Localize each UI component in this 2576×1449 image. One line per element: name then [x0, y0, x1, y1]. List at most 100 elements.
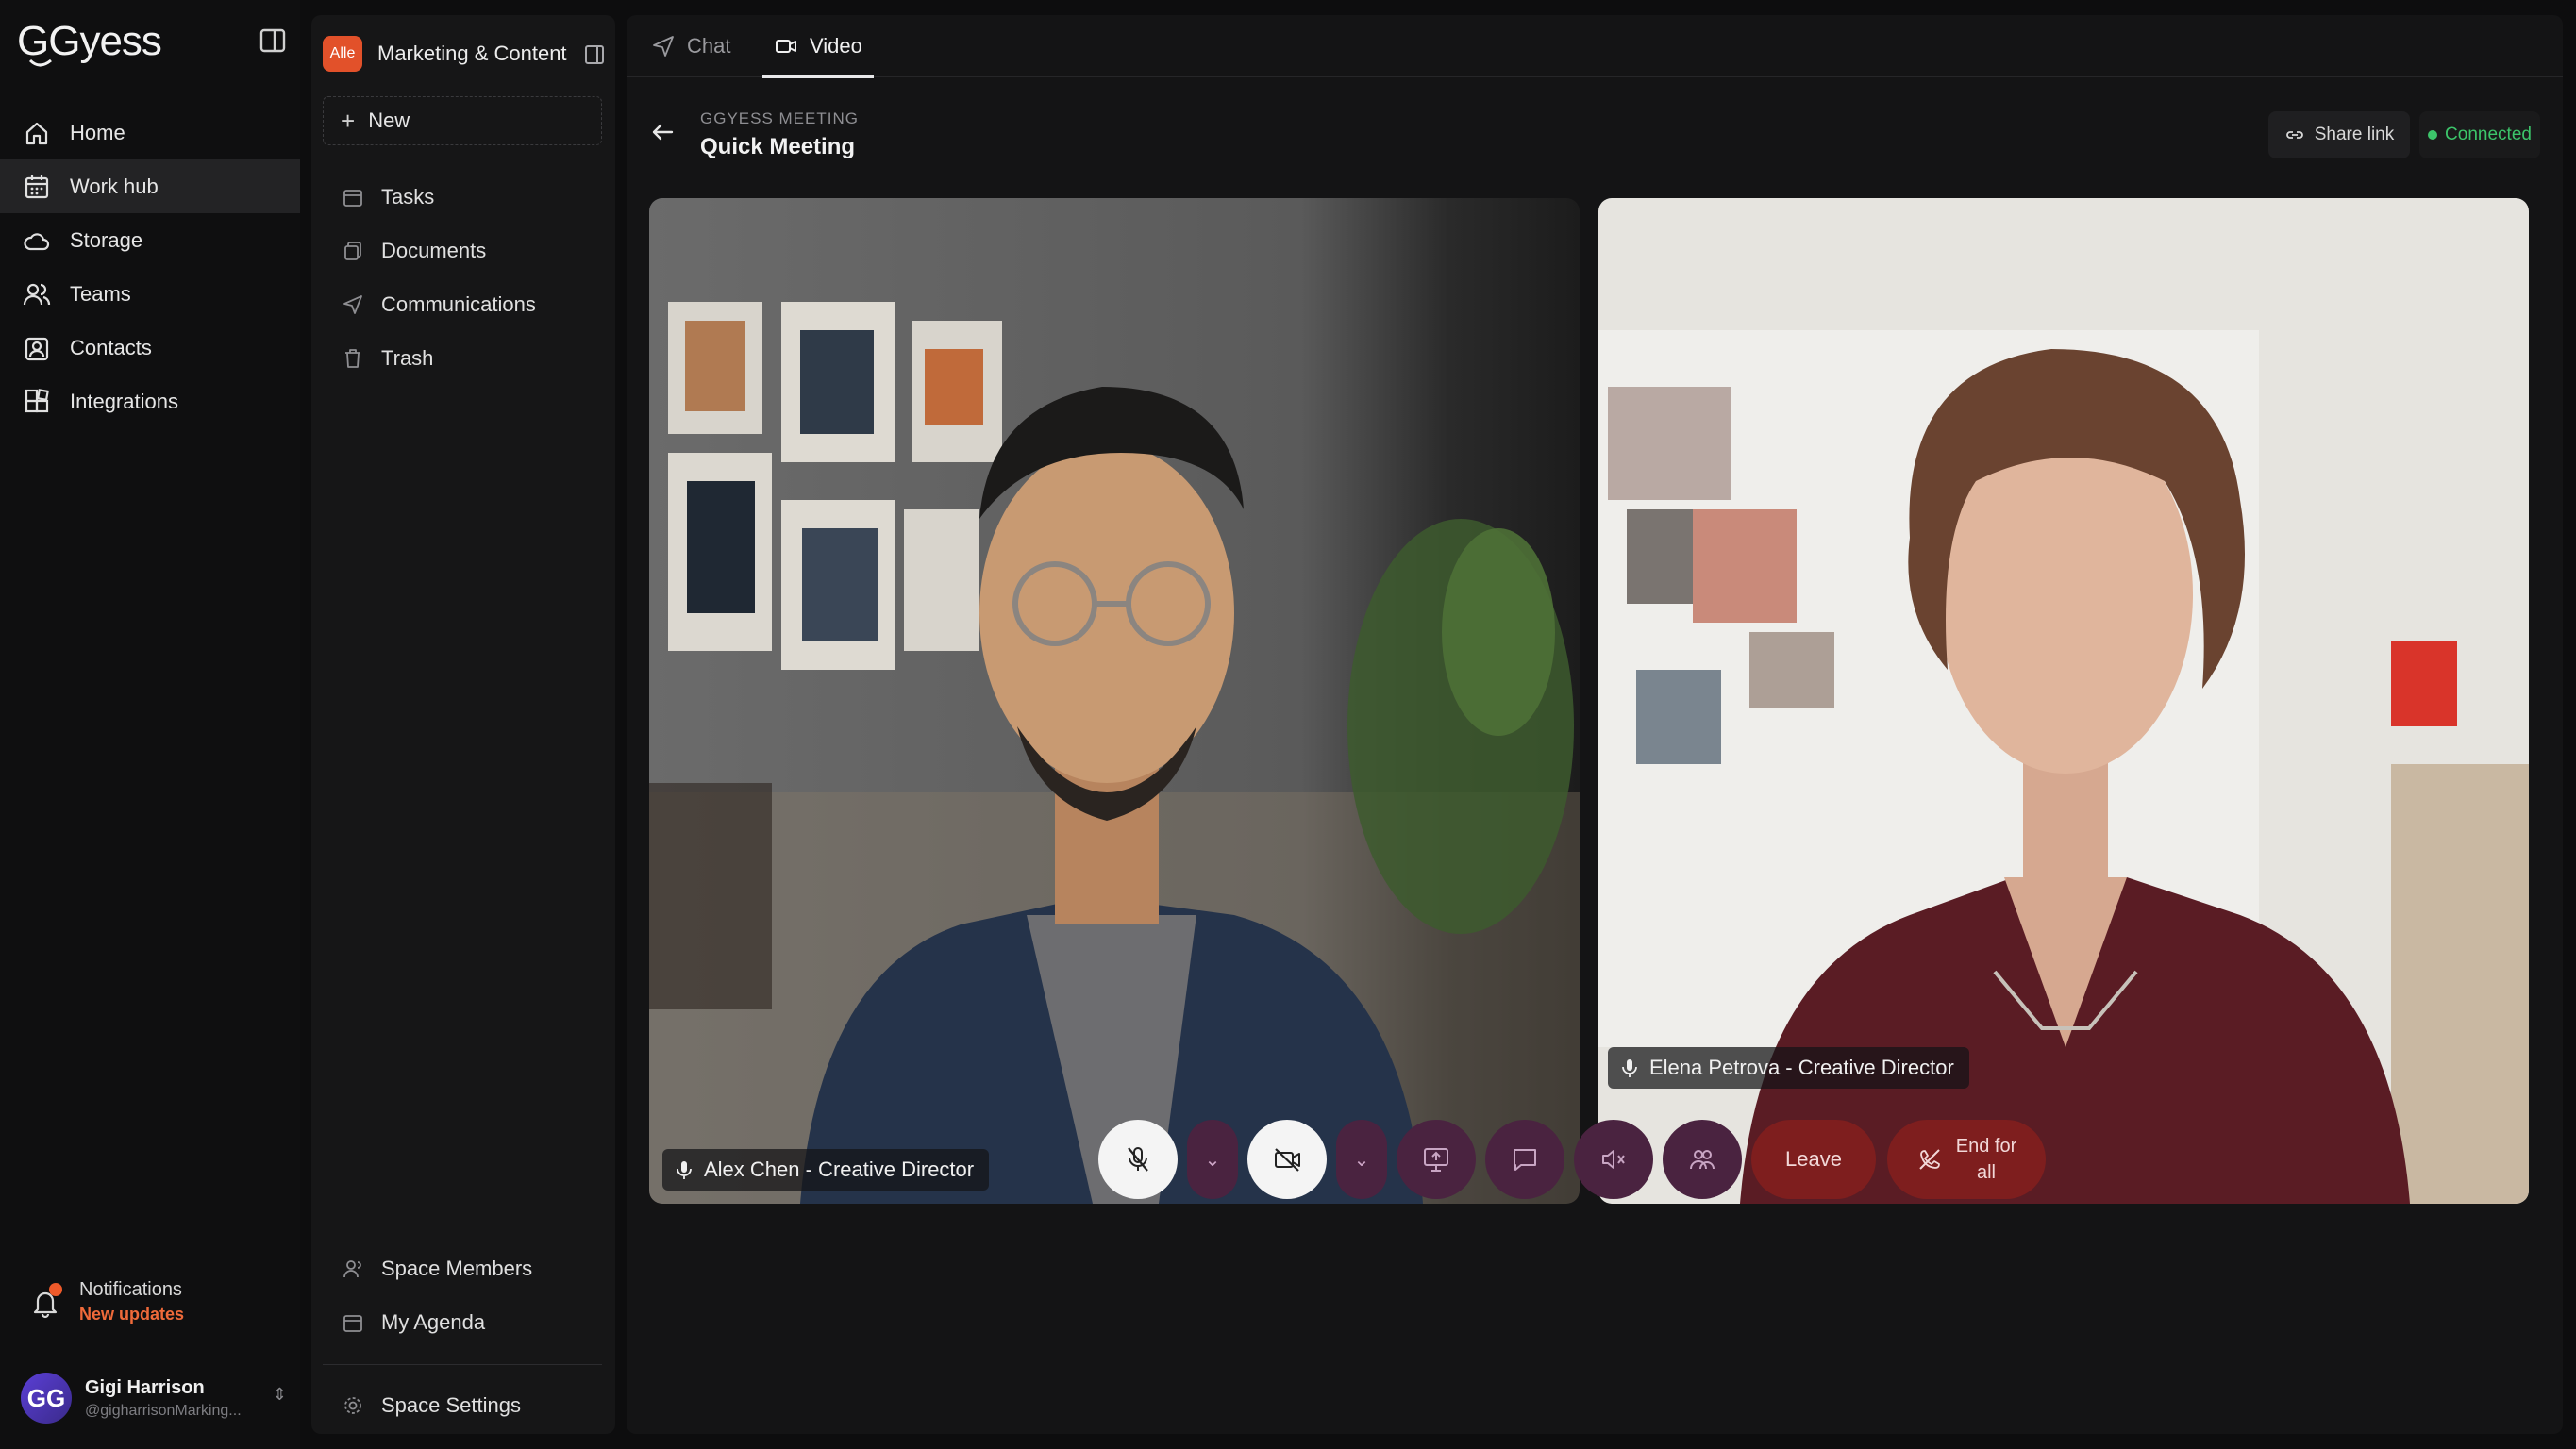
connection-status-badge: Connected [2419, 111, 2540, 158]
video-icon [774, 34, 798, 58]
screen-share-icon [1424, 1148, 1448, 1172]
meeting-main: Chat Video GGYESS MEETING Quick Meeting … [627, 15, 2563, 1434]
space-badge[interactable]: Alle [323, 36, 362, 72]
link-icon [2284, 125, 2305, 145]
main-nav: Home Work hub Storage Teams Contacts Int… [0, 106, 300, 428]
leave-call-button[interactable]: Leave [1751, 1120, 1876, 1199]
space-item-tasks[interactable]: Tasks [323, 170, 602, 224]
main-sidebar: GGyess Home Work hub Storage Teams Conta… [0, 0, 300, 1449]
bell-icon [28, 1283, 62, 1319]
nav-item-teams[interactable]: Teams [0, 267, 300, 321]
participants-icon [1690, 1150, 1715, 1170]
app-root: GGyess Home Work hub Storage Teams Conta… [0, 0, 2576, 1449]
notifications-title: Notifications [79, 1279, 182, 1300]
send-icon [342, 293, 364, 316]
brand-logo[interactable]: GGyess [17, 17, 168, 80]
participant-name: Elena Petrova - Creative Director [1649, 1056, 1954, 1079]
space-item-label: My Agenda [381, 1309, 486, 1334]
space-title[interactable]: Marketing & Content [377, 42, 567, 66]
panel-toggle-icon[interactable] [583, 43, 606, 66]
space-item-label: Communications [381, 291, 536, 316]
participants-button[interactable] [1663, 1120, 1742, 1199]
sidebar-collapse-icon[interactable] [259, 26, 287, 55]
chat-button[interactable] [1485, 1120, 1564, 1199]
participant-tile-1[interactable]: Alex Chen - Creative Director [649, 198, 1580, 1204]
user-menu[interactable]: GG Gigi Harrison @gigharrisonMarking... … [21, 1370, 287, 1426]
nav-item-label: Storage [70, 227, 143, 252]
meeting-label: GGYESS MEETING [700, 109, 859, 127]
meeting-title: Quick Meeting [700, 134, 856, 159]
space-panel: Alle Marketing & Content + New Tasks Doc… [311, 15, 615, 1434]
connection-status-label: Connected [2445, 125, 2532, 144]
logo-mark-icon: GGyess [17, 18, 162, 67]
send-icon [651, 34, 676, 58]
space-item-documents[interactable]: Documents [323, 224, 602, 277]
microphone-options-dropdown[interactable]: ⌄ [1187, 1120, 1238, 1199]
speaker-mute-icon [1602, 1150, 1625, 1169]
nav-item-label: Teams [70, 281, 131, 306]
participant-video-feed [649, 198, 1580, 1204]
divider [323, 1364, 602, 1365]
notifications[interactable]: Notifications New updates [28, 1279, 184, 1324]
microphone-icon [674, 1159, 694, 1180]
nav-item-contacts[interactable]: Contacts [0, 321, 300, 375]
space-nav: Tasks Documents Communications Trash [323, 170, 602, 385]
nav-item-home[interactable]: Home [0, 106, 300, 159]
tab-label: Video [810, 34, 862, 58]
space-item-label: Tasks [381, 184, 435, 208]
documents-icon [342, 240, 364, 262]
new-button-label: New [368, 108, 410, 132]
space-item-label: Space Members [381, 1256, 533, 1280]
space-item-members[interactable]: Space Members [323, 1241, 602, 1295]
calendar-icon [23, 173, 51, 201]
microphone-icon [1619, 1058, 1640, 1078]
tab-label: Chat [687, 34, 731, 58]
cloud-icon [23, 226, 51, 255]
nav-item-label: Home [70, 120, 125, 144]
space-settings[interactable]: Space Settings [323, 1378, 602, 1432]
camera-options-dropdown[interactable]: ⌄ [1336, 1120, 1387, 1199]
space-item-label: Documents [381, 238, 487, 262]
share-screen-button[interactable] [1397, 1120, 1476, 1199]
nav-item-storage[interactable]: Storage [0, 213, 300, 267]
call-controls: ⌄ ⌄ Leave End for all [1098, 1108, 2093, 1211]
back-arrow-icon[interactable] [649, 119, 676, 145]
share-link-label: Share link [2314, 125, 2395, 144]
space-footer-nav: Space Members My Agenda Space Settings [323, 1241, 602, 1432]
trash-icon [342, 347, 364, 370]
tab-bar: Chat Video [627, 15, 2563, 78]
nav-item-integrations[interactable]: Integrations [0, 375, 300, 428]
nav-item-work-hub[interactable]: Work hub [0, 159, 300, 213]
calendar-icon [342, 186, 364, 208]
end-for-all-button[interactable]: End for all [1887, 1120, 2046, 1199]
notification-dot [49, 1283, 62, 1296]
mute-speaker-button[interactable] [1574, 1120, 1653, 1199]
participant-name: Alex Chen - Creative Director [704, 1158, 975, 1181]
toggle-camera-button[interactable] [1247, 1120, 1327, 1199]
new-button[interactable]: + New [323, 96, 602, 145]
status-dot [2428, 130, 2438, 140]
chevron-down-icon: ⌄ [1204, 1149, 1221, 1171]
tab-video[interactable]: Video [762, 15, 874, 78]
meeting-header: GGYESS MEETING Quick Meeting Share link … [627, 77, 2563, 175]
participant-tile-2[interactable]: Elena Petrova - Creative Director [1598, 198, 2529, 1204]
contact-card-icon [23, 334, 51, 362]
svg-text:GGyess: GGyess [17, 18, 161, 64]
puzzle-icon [23, 388, 51, 416]
home-icon [23, 119, 51, 147]
chevron-updown-icon: ⇕ [272, 1385, 287, 1404]
plus-icon: + [341, 106, 356, 135]
avatar: GG [21, 1373, 72, 1424]
mute-microphone-button[interactable] [1098, 1120, 1178, 1199]
space-item-communications[interactable]: Communications [323, 277, 602, 331]
space-item-trash[interactable]: Trash [323, 331, 602, 385]
share-link-button[interactable]: Share link [2268, 111, 2410, 158]
tab-chat[interactable]: Chat [651, 15, 730, 77]
end-for-all-label-line-1: End for [1955, 1136, 2017, 1157]
space-item-label: Trash [381, 345, 434, 370]
space-item-agenda[interactable]: My Agenda [323, 1295, 602, 1349]
space-header: Alle Marketing & Content [323, 36, 606, 72]
gear-icon [342, 1394, 364, 1417]
chevron-down-icon: ⌄ [1353, 1149, 1370, 1171]
participant-name-tag: Alex Chen - Creative Director [662, 1149, 990, 1191]
